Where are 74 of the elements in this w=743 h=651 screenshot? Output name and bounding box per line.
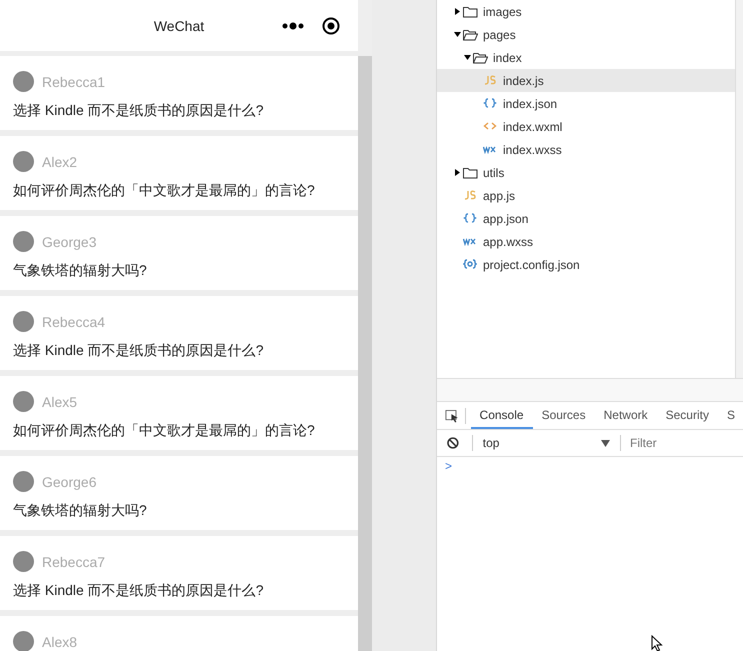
- tree-item[interactable]: index.wxml: [437, 115, 736, 138]
- tree-item[interactable]: index.wxss: [437, 138, 736, 161]
- feed-card[interactable]: Alex5 如何评价周杰伦的「中文歌才是最屌的」的言论?: [0, 376, 358, 450]
- horizontal-scrollbar[interactable]: [437, 379, 743, 402]
- feed-card[interactable]: Alex2 如何评价周杰伦的「中文歌才是最屌的」的言论?: [0, 136, 358, 210]
- author-name: Alex5: [42, 394, 78, 410]
- devtools-tab[interactable]: Sources: [532, 402, 595, 429]
- console-prompt[interactable]: >: [445, 459, 452, 473]
- devtools-tab[interactable]: Console: [470, 402, 533, 429]
- author-name: Rebecca4: [42, 314, 106, 330]
- devtools-tab[interactable]: Network: [594, 402, 657, 429]
- braces-icon: [483, 98, 497, 110]
- feed-card[interactable]: Rebecca7 选择 Kindle 而不是纸质书的原因是什么?: [0, 536, 358, 610]
- caret-icon: [601, 440, 610, 446]
- tree-item[interactable]: app.js: [437, 184, 736, 207]
- context-dropdown[interactable]: top: [478, 436, 616, 450]
- author-name: Rebecca7: [42, 554, 106, 570]
- feed-card[interactable]: Rebecca1 选择 Kindle 而不是纸质书的原因是什么?: [0, 56, 358, 130]
- config-file-icon: [463, 258, 477, 270]
- feed-card[interactable]: George3 气象铁塔的辐射大吗?: [0, 216, 358, 290]
- question-text: 气象铁塔的辐射大吗?: [13, 262, 148, 280]
- question-text: 如何评价周杰伦的「中文歌才是最屌的」的言论?: [13, 422, 316, 440]
- tree-item[interactable]: app.wxss: [437, 230, 736, 253]
- avatar: [13, 471, 34, 492]
- tree-item[interactable]: index.json: [437, 92, 736, 115]
- angle-brackets-icon: [483, 120, 497, 132]
- tree-item[interactable]: app.json: [437, 207, 736, 230]
- tree-item[interactable]: images: [437, 0, 736, 23]
- style-file-icon: [483, 144, 497, 156]
- tree-item[interactable]: pages: [437, 23, 736, 46]
- folder-icon: [463, 166, 478, 178]
- avatar: [13, 151, 34, 172]
- avatar: [13, 391, 34, 412]
- avatar: [13, 231, 34, 252]
- open-folder-icon: [473, 52, 488, 64]
- feed-card[interactable]: Rebecca4 选择 Kindle 而不是纸质书的原因是什么?: [0, 296, 358, 370]
- page-title: WeChat: [154, 18, 204, 34]
- expanded-arrow-icon[interactable]: [454, 31, 460, 38]
- avatar: [13, 551, 34, 572]
- question-text: 选择 Kindle 而不是纸质书的原因是什么?: [13, 102, 264, 120]
- scrollbar[interactable]: [735, 0, 743, 378]
- author-name: George6: [42, 474, 96, 490]
- feed-card[interactable]: George6 气象铁塔的辐射大吗?: [0, 456, 358, 530]
- avatar: [13, 311, 34, 332]
- style-file-icon: [463, 236, 477, 248]
- question-text: 如何评价周杰伦的「中文歌才是最屌的」的言论?: [13, 182, 316, 200]
- question-text: 选择 Kindle 而不是纸质书的原因是什么?: [13, 342, 264, 360]
- expanded-arrow-icon[interactable]: [464, 54, 470, 61]
- avatar: [13, 71, 34, 92]
- open-folder-icon: [463, 28, 478, 40]
- more-icon[interactable]: [282, 22, 304, 30]
- folder-icon: [463, 6, 478, 18]
- close-icon[interactable]: [322, 17, 340, 35]
- tree-item[interactable]: index.js: [437, 69, 736, 92]
- author-name: Alex8: [42, 634, 78, 650]
- devtools-tab[interactable]: Security: [656, 402, 718, 429]
- devtools-tab[interactable]: S: [718, 402, 743, 429]
- author-name: George3: [42, 234, 96, 250]
- author-name: Alex2: [42, 154, 78, 170]
- tree-item[interactable]: utils: [437, 161, 736, 184]
- question-text: 选择 Kindle 而不是纸质书的原因是什么?: [13, 582, 264, 600]
- collapsed-arrow-icon[interactable]: [454, 8, 460, 15]
- inspect-icon[interactable]: [445, 408, 460, 422]
- collapsed-arrow-icon[interactable]: [454, 169, 460, 176]
- clear-icon[interactable]: [447, 437, 459, 449]
- js-file-icon: [463, 190, 477, 202]
- braces-icon: [463, 212, 477, 224]
- avatar: [13, 631, 34, 651]
- js-file-icon: [483, 74, 497, 86]
- author-name: Rebecca1: [42, 74, 106, 90]
- tree-item[interactable]: project.config.json: [437, 253, 736, 276]
- tree-item[interactable]: index: [437, 46, 736, 69]
- scrollbar[interactable]: [358, 56, 372, 651]
- question-text: 气象铁塔的辐射大吗?: [13, 502, 148, 520]
